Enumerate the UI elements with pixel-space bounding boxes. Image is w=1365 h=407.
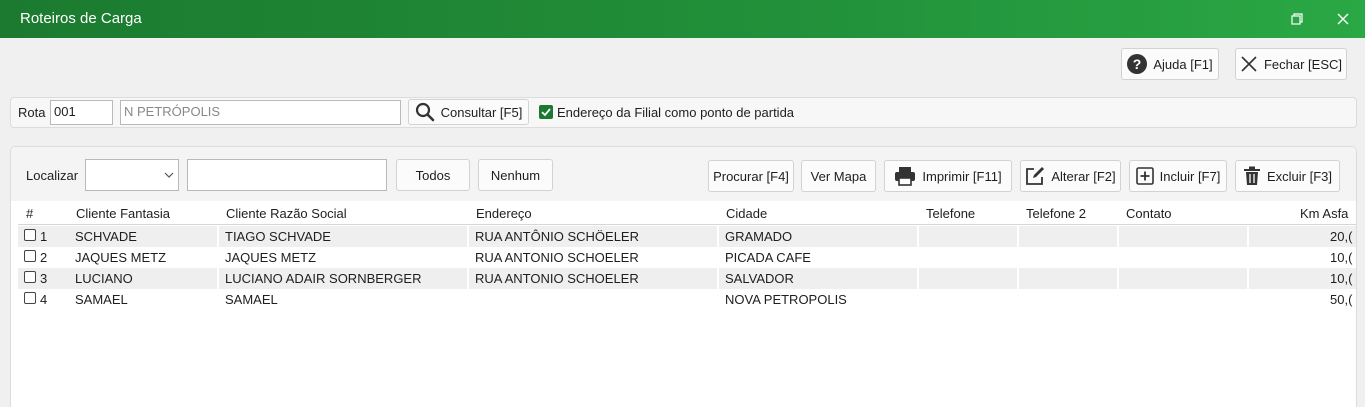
- window-title: Roteiros de Carga: [20, 10, 142, 27]
- main-panel: Localizar Todos Nenhum Procurar [F4] Ver…: [10, 146, 1357, 407]
- printer-icon: [895, 167, 916, 186]
- col-telefone: Telefone: [926, 206, 976, 221]
- locate-label: Localizar: [26, 168, 79, 183]
- cell-km: 20,(: [1330, 229, 1353, 244]
- rota-panel: Rota 001 N PETRÓPOLIS Consultar [F5] End…: [10, 97, 1357, 128]
- add-label: Incluir [F7]: [1159, 168, 1221, 184]
- title-bar: Roteiros de Carga: [0, 0, 1365, 38]
- row-number: 4: [40, 292, 48, 307]
- row-checkbox[interactable]: [24, 229, 36, 241]
- table-header: # Cliente Fantasia Cliente Razão Social …: [18, 203, 1356, 225]
- row-number: 2: [40, 250, 48, 265]
- cell-razao: LUCIANO ADAIR SORNBERGER: [225, 271, 422, 286]
- col-cidade: Cidade: [726, 206, 768, 221]
- col-endereco: Endereço: [476, 206, 532, 221]
- cell-fantasia: SCHVADE: [75, 229, 137, 244]
- cell-endereco: RUA ANTÔNIO SCHÖELER: [475, 229, 639, 244]
- select-all-button[interactable]: Todos: [396, 159, 470, 191]
- search-button[interactable]: Procurar [F4]: [708, 160, 794, 192]
- search-label: Procurar [F4]: [713, 168, 789, 184]
- locate-select[interactable]: [85, 159, 179, 191]
- col-number: #: [26, 206, 34, 221]
- cell-fantasia: JAQUES METZ: [75, 250, 167, 265]
- consult-label: Consultar [F5]: [440, 104, 523, 120]
- delete-button[interactable]: Excluir [F3]: [1235, 160, 1340, 192]
- cell-fantasia: LUCIANO: [75, 271, 133, 286]
- table-row[interactable]: 3 LUCIANO LUCIANO ADAIR SORNBERGER RUA A…: [18, 268, 1356, 289]
- cell-endereco: RUA ANTONIO SCHOELER: [475, 250, 639, 265]
- cell-endereco: RUA ANTONIO SCHOELER: [475, 271, 639, 286]
- col-fantasia: Cliente Fantasia: [76, 206, 170, 221]
- cell-fantasia: SAMAEL: [75, 292, 128, 307]
- cell-razao: SAMAEL: [225, 292, 278, 307]
- cell-razao: JAQUES METZ: [225, 250, 317, 265]
- edit-button[interactable]: Alterar [F2]: [1020, 160, 1121, 192]
- cell-cidade: NOVA PETROPOLIS: [725, 292, 847, 307]
- edit-icon: [1026, 167, 1045, 185]
- row-checkbox[interactable]: [24, 271, 36, 283]
- row-checkbox[interactable]: [24, 292, 36, 304]
- cell-km: 50,(: [1330, 292, 1353, 307]
- print-button[interactable]: Imprimir [F11]: [884, 160, 1012, 192]
- col-telefone2: Telefone 2: [1026, 206, 1086, 221]
- search-icon: [415, 102, 434, 122]
- edit-label: Alterar [F2]: [1051, 168, 1116, 184]
- trash-icon: [1243, 166, 1260, 185]
- map-button[interactable]: Ver Mapa: [801, 160, 876, 192]
- select-none-button[interactable]: Nenhum: [478, 159, 553, 191]
- cell-cidade: GRAMADO: [725, 229, 793, 244]
- table-row[interactable]: 2 JAQUES METZ JAQUES METZ RUA ANTONIO SC…: [18, 247, 1356, 268]
- svg-text:?: ?: [1133, 56, 1142, 72]
- map-label: Ver Mapa: [810, 168, 867, 184]
- close-window-button[interactable]: [1330, 6, 1356, 32]
- help-icon: ?: [1127, 54, 1148, 74]
- help-button[interactable]: ? Ajuda [F1]: [1121, 48, 1219, 80]
- locate-input[interactable]: [187, 159, 387, 191]
- cell-cidade: SALVADOR: [725, 271, 794, 286]
- select-all-label: Todos: [415, 167, 451, 183]
- filial-label: Endereço da Filial como ponto de partida: [557, 105, 795, 120]
- col-km: Km Asfa: [1300, 206, 1349, 221]
- row-number: 3: [40, 271, 48, 286]
- clients-table: # Cliente Fantasia Cliente Razão Social …: [18, 203, 1356, 407]
- col-contato: Contato: [1126, 206, 1172, 221]
- print-label: Imprimir [F11]: [922, 168, 1002, 184]
- restore-button[interactable]: [1284, 6, 1310, 32]
- filial-checkbox[interactable]: [539, 105, 553, 119]
- check-icon: [541, 108, 551, 117]
- close-icon: [1337, 13, 1349, 25]
- cell-km: 10,(: [1330, 271, 1353, 286]
- col-razao: Cliente Razão Social: [226, 206, 347, 221]
- help-label: Ajuda [F1]: [1153, 56, 1213, 72]
- cell-cidade: PICADA CAFE: [725, 250, 811, 265]
- table-row[interactable]: 1 SCHVADE TIAGO SCHVADE RUA ANTÔNIO SCHÖ…: [18, 226, 1356, 247]
- rota-name-field[interactable]: N PETRÓPOLIS: [120, 100, 401, 125]
- close-label: Fechar [ESC]: [1263, 56, 1343, 72]
- close-button[interactable]: Fechar [ESC]: [1235, 48, 1347, 80]
- cell-km: 10,(: [1330, 250, 1353, 265]
- restore-icon: [1291, 13, 1303, 25]
- rota-code-field[interactable]: 001: [50, 100, 113, 125]
- row-checkbox[interactable]: [24, 250, 36, 262]
- add-button[interactable]: Incluir [F7]: [1129, 160, 1227, 192]
- consult-button[interactable]: Consultar [F5]: [408, 99, 529, 125]
- chevron-down-icon: [164, 172, 174, 178]
- table-row[interactable]: 4 SAMAEL SAMAEL NOVA PETROPOLIS 50,(: [18, 289, 1356, 310]
- cell-razao: TIAGO SCHVADE: [225, 229, 331, 244]
- delete-label: Excluir [F3]: [1266, 168, 1332, 184]
- x-icon: [1241, 56, 1257, 72]
- row-number: 1: [40, 229, 48, 244]
- select-none-label: Nenhum: [490, 167, 541, 183]
- rota-label: Rota: [18, 105, 46, 120]
- plus-box-icon: [1135, 167, 1154, 185]
